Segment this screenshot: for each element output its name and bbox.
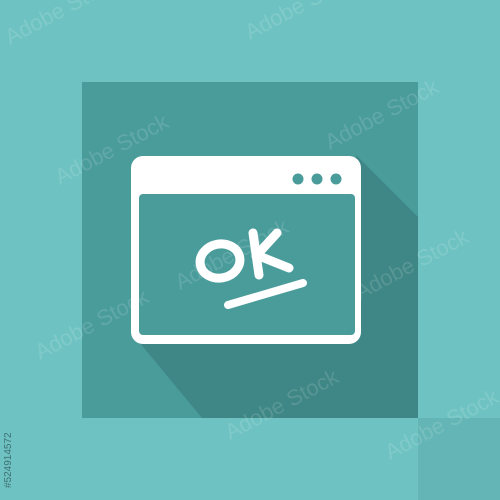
stock-id-label: #524914572 [3,432,14,488]
window-content-area [139,194,355,335]
window-dot-2-icon [311,173,323,185]
window-dot-3-icon [330,173,342,185]
icon-canvas: Adobe Stock Adobe Stock Adobe Stock Adob… [0,0,500,500]
browser-ok-illustration: Adobe Stock Adobe Stock Adobe Stock Adob… [0,0,500,500]
window-dot-1-icon [292,173,304,185]
